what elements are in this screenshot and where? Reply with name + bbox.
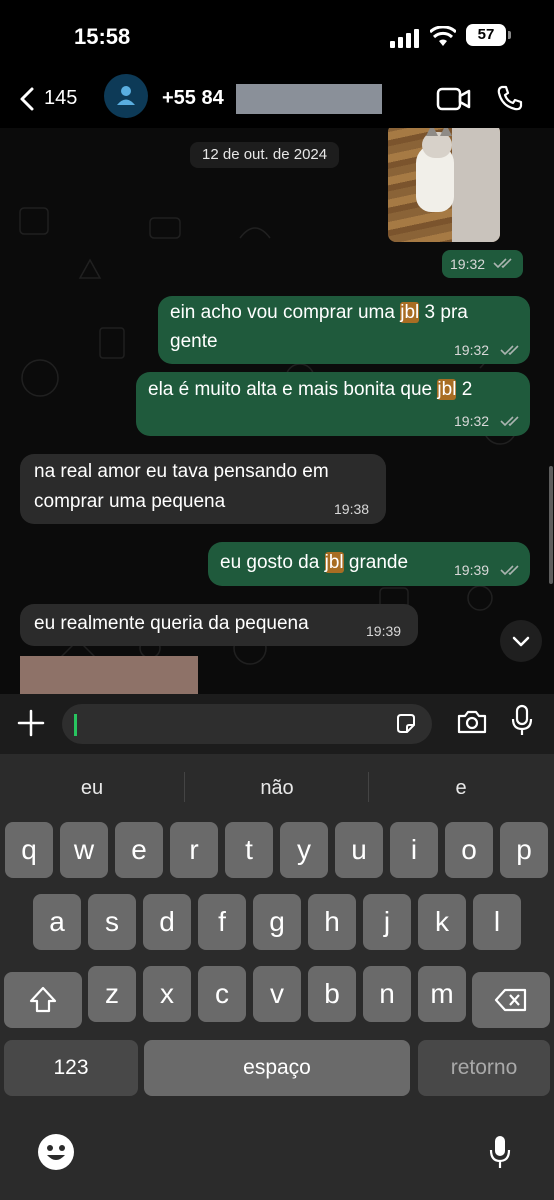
key-n[interactable]: n [363,966,411,1022]
double-check-icon [500,345,519,356]
contact-name[interactable]: +55 84 [162,87,224,110]
message-input[interactable] [62,704,432,744]
wifi-icon [430,26,456,46]
scroll-down-button[interactable] [500,620,542,662]
suggestion-2[interactable]: não [185,754,369,822]
signal-icon [390,29,419,48]
message-time: 19:32 [454,413,490,429]
key-l[interactable]: l [473,894,521,950]
battery-indicator: 57 [466,24,511,46]
redacted-photo [20,656,198,694]
message-time: 19:38 [334,501,370,517]
suggestion-1[interactable]: eu [0,754,184,822]
key-p[interactable]: p [500,822,548,878]
message-bubble-outgoing[interactable]: ela é muito alta e mais bonita que jbl 2… [136,372,530,436]
scrollbar[interactable] [549,466,553,584]
camera-icon[interactable] [456,708,488,736]
key-f[interactable]: f [198,894,246,950]
key-d[interactable]: d [143,894,191,950]
key-k[interactable]: k [418,894,466,950]
chevron-left-icon[interactable] [14,84,44,114]
phone-icon[interactable] [496,84,524,112]
image-timestamp: 19:32 [442,250,523,278]
key-b[interactable]: b [308,966,356,1022]
space-key[interactable]: espaço [144,1040,410,1096]
message-bubble-incoming[interactable]: eu realmente queria da pequena 19:39 [20,604,418,646]
message-bubble-outgoing[interactable]: eu gosto da jbl grande 19:39 [208,542,530,586]
message-time: 19:39 [454,562,490,578]
key-i[interactable]: i [390,822,438,878]
plus-icon[interactable] [16,708,46,738]
status-time: 15:58 [74,24,131,49]
chat-area[interactable]: 12 de out. de 2024 19:32 ein acho vou co… [0,128,554,694]
shift-icon [29,986,57,1013]
key-y[interactable]: y [280,822,328,878]
chevron-down-icon [512,636,530,647]
key-g[interactable]: g [253,894,301,950]
key-e[interactable]: e [115,822,163,878]
key-h[interactable]: h [308,894,356,950]
dictation-mic-icon[interactable] [488,1134,512,1170]
backspace-key[interactable] [472,972,550,1028]
key-o[interactable]: o [445,822,493,878]
key-v[interactable]: v [253,966,301,1022]
redaction-block [236,84,382,114]
key-m[interactable]: m [418,966,466,1022]
key-r[interactable]: r [170,822,218,878]
avatar[interactable] [104,74,148,118]
key-x[interactable]: x [143,966,191,1022]
double-check-icon [500,416,519,427]
keyboard: eu não e qwertyuiop asdfghjkl zxcvbnm 12… [0,754,554,1200]
key-w[interactable]: w [60,822,108,878]
highlighted-word: jbl [400,302,420,323]
numbers-key[interactable]: 123 [4,1040,138,1096]
message-time: 19:39 [366,623,402,639]
key-z[interactable]: z [88,966,136,1022]
highlighted-word: jbl [437,379,457,400]
key-c[interactable]: c [198,966,246,1022]
return-key[interactable]: retorno [418,1040,550,1096]
image-message[interactable] [388,128,500,242]
person-icon [117,86,135,105]
message-time: 19:32 [454,342,490,358]
mic-icon[interactable] [510,704,534,738]
highlighted-word: jbl [324,552,344,573]
video-icon[interactable] [436,86,472,112]
key-t[interactable]: t [225,822,273,878]
text-caret [74,714,77,736]
key-s[interactable]: s [88,894,136,950]
back-count[interactable]: 145 [44,87,77,110]
sticker-icon[interactable] [394,712,418,736]
status-bar: 15:58 57 [0,0,554,70]
backspace-icon [494,988,527,1012]
message-bubble-outgoing[interactable]: ein acho vou comprar uma jbl 3 pra gente… [158,296,530,364]
key-a[interactable]: a [33,894,81,950]
message-bubble-incoming[interactable]: na real amor eu tava pensando em comprar… [20,454,386,524]
suggestion-3[interactable]: e [369,754,553,822]
key-j[interactable]: j [363,894,411,950]
chat-header: 145 +55 84 [0,70,554,128]
composer-bar [0,694,554,754]
double-check-icon [493,258,512,269]
date-separator: 12 de out. de 2024 [190,142,340,168]
double-check-icon [500,565,519,576]
key-u[interactable]: u [335,822,383,878]
shift-key[interactable] [4,972,82,1028]
key-q[interactable]: q [5,822,53,878]
emoji-icon[interactable] [38,1134,74,1170]
